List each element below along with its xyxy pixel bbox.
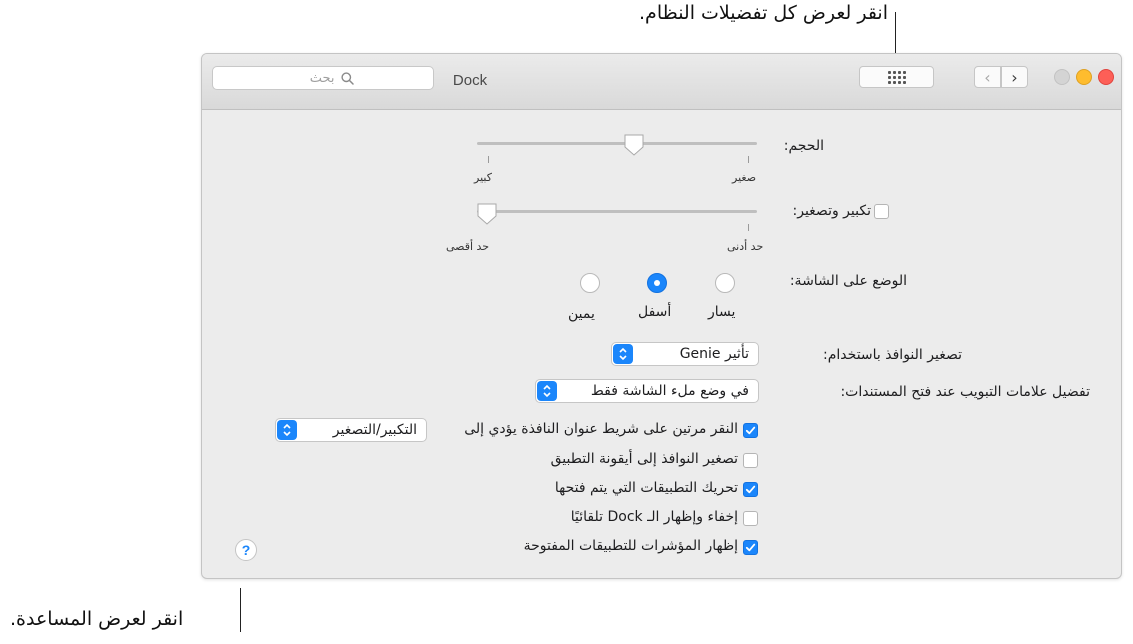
magnification-label: تكبير وتصغير: — [792, 203, 871, 219]
double-click-action-value: التكبير/التصغير — [332, 422, 417, 438]
chevron-right-icon: › — [1011, 67, 1018, 87]
position-bottom-radio[interactable] — [647, 273, 667, 293]
close-button[interactable] — [1098, 69, 1114, 85]
size-slider-track[interactable] — [477, 142, 757, 145]
prefer-tabs-value: في وضع ملء الشاشة فقط — [590, 383, 749, 399]
help-icon: ? — [241, 542, 251, 558]
minimize-using-label: تصغير النوافذ باستخدام: — [823, 347, 962, 363]
checkmark-icon — [745, 543, 756, 552]
position-label: الوضع على الشاشة: — [789, 273, 907, 289]
checkmark-icon — [745, 485, 756, 494]
search-field[interactable] — [212, 66, 434, 90]
callout-help: انقر لعرض المساعدة. — [10, 608, 184, 630]
magnification-slider-thumb[interactable] — [476, 202, 498, 226]
double-click-action-popup[interactable]: التكبير/التصغير — [275, 418, 427, 442]
minimize-to-app-icon-checkbox[interactable] — [743, 453, 758, 468]
size-label: الحجم: — [783, 138, 824, 154]
magnification-checkbox[interactable] — [874, 204, 889, 219]
position-right-label: يمين — [568, 306, 595, 322]
popup-stepper-icon — [277, 420, 297, 440]
minimize-to-app-icon-label: تصغير النوافذ إلى أيقونة التطبيق — [550, 451, 738, 467]
magnification-slider-track[interactable] — [477, 210, 757, 213]
show-indicators-label: إظهار المؤشرات للتطبيقات المفتوحة — [523, 538, 738, 554]
size-slider-thumb[interactable] — [623, 133, 645, 157]
position-bottom-label: أسفل — [638, 304, 672, 320]
animate-opening-apps-checkbox[interactable] — [743, 482, 758, 497]
minimize-effect-popup[interactable]: تأثير Genie — [611, 342, 759, 366]
size-min-label: صغير — [732, 171, 757, 184]
double-click-label: النقر مرتين على شريط عنوان النافذة يؤدي … — [464, 421, 738, 437]
search-icon — [340, 71, 354, 85]
popup-stepper-icon — [537, 381, 557, 401]
animate-opening-apps-label: تحريك التطبيقات التي يتم فتحها — [554, 480, 738, 496]
size-tick-min — [748, 156, 749, 163]
magnification-max-label: حد أقصى — [446, 240, 490, 253]
search-input[interactable] — [292, 70, 335, 86]
size-tick-max — [488, 156, 489, 163]
help-button[interactable]: ? — [235, 539, 257, 561]
callout-line-bottom — [240, 588, 241, 632]
position-right-radio[interactable] — [580, 273, 600, 293]
callout-all-preferences: انقر لعرض كل تفضيلات النظام. — [639, 2, 888, 24]
autohide-dock-checkbox[interactable] — [743, 511, 758, 526]
minimize-effect-value: تأثير Genie — [679, 346, 749, 362]
magnification-tick-min — [748, 224, 749, 231]
show-indicators-checkbox[interactable] — [743, 540, 758, 555]
position-left-label: يسار — [708, 304, 736, 320]
popup-stepper-icon — [613, 344, 633, 364]
forward-button[interactable]: › — [1001, 66, 1028, 88]
checkmark-icon — [745, 426, 756, 435]
grid-icon — [887, 70, 906, 84]
magnification-min-label: حد أدنى — [727, 240, 764, 253]
position-left-radio[interactable] — [715, 273, 735, 293]
stage: انقر لعرض كل تفضيلات النظام. › ‹ Dock بح… — [0, 0, 1133, 644]
titlebar: › ‹ Dock — [202, 54, 1121, 110]
minimize-button[interactable] — [1076, 69, 1092, 85]
dock-preferences-window: › ‹ Dock الحجم: — [201, 53, 1122, 579]
show-all-preferences-button[interactable] — [859, 66, 934, 88]
prefer-tabs-label: تفضيل علامات التبويب عند فتح المستندات: — [840, 384, 1090, 400]
zoom-button[interactable] — [1054, 69, 1070, 85]
size-max-label: كبير — [474, 171, 492, 184]
autohide-dock-label: إخفاء وإظهار الـ Dock تلقائيًا — [570, 509, 738, 525]
double-click-checkbox[interactable] — [743, 423, 758, 438]
prefer-tabs-popup[interactable]: في وضع ملء الشاشة فقط — [535, 379, 759, 403]
chevron-left-icon: ‹ — [984, 67, 991, 87]
back-button[interactable]: ‹ — [974, 66, 1001, 88]
